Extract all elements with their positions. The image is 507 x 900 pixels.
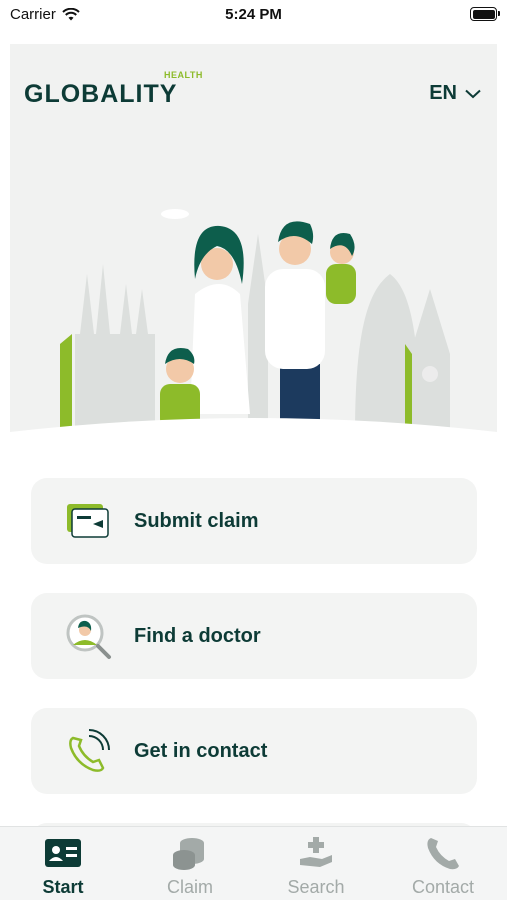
language-selector[interactable]: EN — [429, 82, 481, 105]
status-bar: Carrier 5:24 PM — [0, 0, 507, 30]
coins-icon — [173, 838, 204, 870]
status-time: 5:24 PM — [225, 6, 282, 23]
logo-subtext: HEALTH — [164, 70, 203, 80]
phone-icon — [427, 838, 459, 870]
phone-icon — [69, 729, 110, 772]
tab-bar: Start Claim Search Contact — [0, 826, 507, 900]
tab-claim[interactable]: Claim — [127, 827, 253, 900]
submit-claim-label: Submit claim — [134, 510, 259, 532]
id-card-icon — [45, 839, 81, 867]
tab-search[interactable]: Search — [253, 827, 379, 900]
chevron-down-icon — [465, 89, 481, 98]
tab-contact[interactable]: Contact — [380, 827, 506, 900]
tab-contact-label: Contact — [411, 877, 475, 897]
family-city-illustration — [10, 209, 497, 444]
submit-claim-button[interactable]: Submit claim — [31, 478, 477, 564]
tab-start[interactable]: Start — [0, 827, 126, 900]
tab-start-label: Start — [42, 877, 84, 897]
globality-logo: GLOBALITY HEALTH — [24, 70, 202, 109]
find-doctor-label: Find a doctor — [134, 625, 261, 647]
tab-claim-label: Claim — [166, 877, 213, 897]
get-in-contact-label: Get in contact — [134, 740, 268, 762]
battery-icon — [470, 7, 500, 21]
logo-text: GLOBALITY — [24, 80, 178, 108]
tab-search-label: Search — [287, 877, 345, 897]
find-doctor-button[interactable]: Find a doctor — [31, 593, 477, 679]
get-in-contact-button[interactable]: Get in contact — [31, 708, 477, 794]
doctor-search-icon — [66, 614, 111, 659]
hand-plus-icon — [300, 837, 332, 867]
language-label: EN — [429, 82, 457, 104]
claim-card-icon — [67, 504, 109, 538]
hero-banner: GLOBALITY HEALTH EN — [10, 44, 497, 444]
